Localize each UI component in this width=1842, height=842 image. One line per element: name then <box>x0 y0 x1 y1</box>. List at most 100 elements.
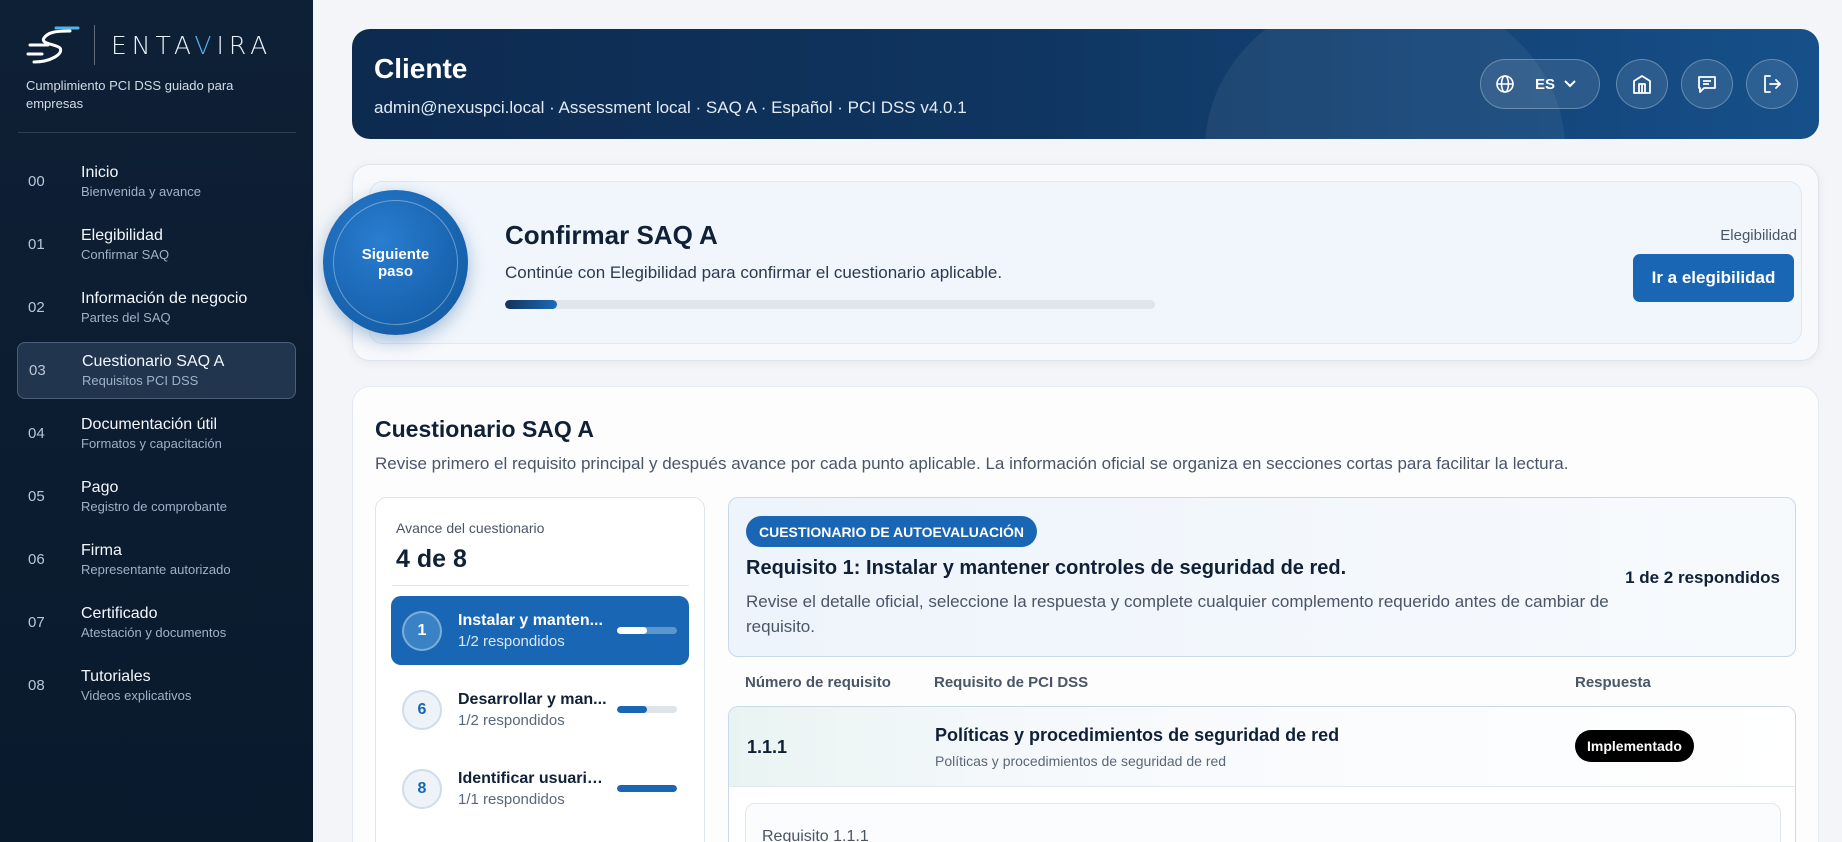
sidebar-item-label: Cuestionario SAQ A <box>82 353 225 370</box>
sidebar-item-documentacion[interactable]: 04 Documentación útil Formatos y capacita… <box>17 405 296 462</box>
next-step-description: Continúe con Elegibilidad para confirmar… <box>505 263 1003 282</box>
sidebar-item-number: 05 <box>28 488 45 505</box>
logout-icon <box>1764 75 1781 93</box>
requirement-name: Instalar y manten... <box>458 611 603 629</box>
logout-button[interactable] <box>1746 59 1798 109</box>
requirement-number: 6 <box>402 689 442 730</box>
sidebar-item-sublabel: Formatos y capacitación <box>81 436 222 451</box>
sidebar-item-tutoriales[interactable]: 08 Tutoriales Videos explicativos <box>17 657 296 714</box>
sidebar-item-label: Elegibilidad <box>81 227 163 244</box>
requirement-detail-label: Requisito 1.1.1 <box>762 828 869 842</box>
chat-icon <box>1698 76 1716 93</box>
organization-button[interactable] <box>1616 59 1668 109</box>
requirement-name: Identificar usuario... <box>458 769 608 787</box>
page-header: Cliente admin@nexuspci.local · Assessmen… <box>352 29 1819 139</box>
next-step-title: Confirmar SAQ A <box>505 220 718 250</box>
sidebar-item-label: Inicio <box>81 164 119 181</box>
requirement-code: 1.1.1 <box>747 737 788 757</box>
requirement-progress-fill <box>617 785 677 792</box>
brand-name: ENTAVIRA <box>111 30 273 60</box>
sidebar-item-certificado[interactable]: 07 Certificado Atestación y documentos <box>17 594 296 651</box>
sidebar-item-sublabel: Confirmar SAQ <box>81 247 170 262</box>
logo-mark-icon <box>26 26 80 64</box>
language-selector[interactable]: ES <box>1480 59 1600 109</box>
requirement-item-1[interactable]: 1 Instalar y manten... 1/2 respondidos <box>391 596 689 665</box>
sidebar-item-sublabel: Registro de comprobante <box>81 499 227 514</box>
sidebar-item-firma[interactable]: 06 Firma Representante autorizado <box>17 531 296 588</box>
column-header-answer: Respuesta <box>1575 674 1651 691</box>
sidebar: ENTAVIRA Cumplimiento PCI DSS guiado par… <box>0 0 313 842</box>
page-title: Cliente <box>374 53 468 84</box>
messages-button[interactable] <box>1681 59 1733 109</box>
brand-separator <box>94 25 95 65</box>
questionnaire-type-tag: CUESTIONARIO DE AUTOEVALUACIÓN <box>746 516 1037 547</box>
sidebar-item-number: 07 <box>28 614 45 631</box>
sidebar-item-sublabel: Partes del SAQ <box>81 310 171 325</box>
requirement-answered: 1/2 respondidos <box>458 632 565 650</box>
column-header-requirement: Requisito de PCI DSS <box>934 674 1089 691</box>
sidebar-item-pago[interactable]: 05 Pago Registro de comprobante <box>17 468 296 525</box>
requirement-progress-fill <box>617 706 647 713</box>
questionnaire-description: Revise primero el requisito principal y … <box>375 454 1569 473</box>
chevron-down-icon <box>1564 80 1576 88</box>
go-to-eligibility-button[interactable]: Ir a elegibilidad <box>1633 254 1794 302</box>
sidebar-item-number: 06 <box>28 551 45 568</box>
requirement-progress-bar <box>617 706 677 713</box>
sidebar-divider <box>18 132 296 133</box>
requirement-progress-bar <box>617 785 677 792</box>
sidebar-item-number: 04 <box>28 425 45 442</box>
sidebar-item-cuestionario-saq-a[interactable]: 03 Cuestionario SAQ A Requisitos PCI DSS <box>17 342 296 399</box>
sidebar-item-number: 08 <box>28 677 45 694</box>
progress-divider <box>392 585 689 586</box>
next-step-progress-bar <box>505 300 1155 309</box>
current-requirement-description: Revise el detalle oficial, seleccione la… <box>746 592 1609 636</box>
questionnaire-title: Cuestionario SAQ A <box>375 416 594 442</box>
sidebar-item-label: Documentación útil <box>81 416 218 433</box>
table-row[interactable]: 1.1.1 Políticas y procedimientos de segu… <box>728 706 1796 842</box>
account-summary: admin@nexuspci.local · Assessment local … <box>374 98 967 117</box>
current-requirement-answered: 1 de 2 respondidos <box>1625 568 1780 587</box>
requirement-progress-bar <box>617 627 677 634</box>
requirement-number: 8 <box>402 768 442 809</box>
brand-tagline: Cumplimiento PCI DSS guiado para empresa… <box>26 78 234 111</box>
progress-count: 4 de 8 <box>396 545 467 573</box>
sidebar-item-sublabel: Atestación y documentos <box>81 625 227 640</box>
sidebar-item-elegibilidad[interactable]: 01 Elegibilidad Confirmar SAQ <box>17 216 296 273</box>
brand-logo[interactable]: ENTAVIRA <box>26 22 272 68</box>
sidebar-item-label: Información de negocio <box>81 290 248 307</box>
requirement-item-6[interactable]: 6 Desarrollar y man... 1/2 respondidos <box>391 675 689 744</box>
sidebar-item-sublabel: Videos explicativos <box>81 688 192 703</box>
next-step-badge: Siguiente paso <box>323 190 468 335</box>
current-requirement-title: Requisito 1: Instalar y mantener control… <box>746 557 1347 579</box>
requirement-answered: 1/1 respondidos <box>458 790 565 808</box>
answer-status-badge[interactable]: Implementado <box>1575 730 1694 762</box>
requirement-detail: Requisito 1.1.1 <box>745 803 1781 842</box>
sidebar-item-number: 03 <box>29 362 46 379</box>
requirement-number: 1 <box>402 610 442 651</box>
sidebar-item-sublabel: Representante autorizado <box>81 562 231 577</box>
sidebar-item-sublabel: Bienvenida y avance <box>81 184 201 199</box>
requirement-subtitle: Políticas y procedimientos de seguridad … <box>935 753 1227 769</box>
sidebar-item-number: 02 <box>28 299 45 316</box>
next-step-section-label: Elegibilidad <box>1720 227 1797 244</box>
sidebar-item-number: 01 <box>28 236 45 253</box>
building-icon <box>1633 75 1651 94</box>
requirement-answered: 1/2 respondidos <box>458 711 565 729</box>
progress-label: Avance del cuestionario <box>396 520 545 536</box>
sidebar-item-informacion-negocio[interactable]: 02 Información de negocio Partes del SAQ <box>17 279 296 336</box>
requirement-name: Desarrollar y man... <box>458 690 607 708</box>
requirement-title: Políticas y procedimientos de seguridad … <box>935 725 1340 745</box>
badge-label: Siguiente paso <box>361 245 430 280</box>
sidebar-item-label: Certificado <box>81 605 158 622</box>
sidebar-item-inicio[interactable]: 00 Inicio Bienvenida y avance <box>17 153 296 210</box>
sidebar-item-number: 00 <box>28 173 45 190</box>
sidebar-item-sublabel: Requisitos PCI DSS <box>82 373 199 388</box>
sidebar-item-label: Tutoriales <box>81 668 151 685</box>
language-code: ES <box>1535 75 1556 93</box>
globe-icon <box>1496 75 1514 93</box>
progress-fill <box>505 300 557 309</box>
requirement-item-8[interactable]: 8 Identificar usuario... 1/1 respondidos <box>391 754 689 823</box>
sidebar-item-label: Pago <box>81 479 119 496</box>
sidebar-item-label: Firma <box>81 542 122 559</box>
column-header-number: Número de requisito <box>745 674 891 691</box>
